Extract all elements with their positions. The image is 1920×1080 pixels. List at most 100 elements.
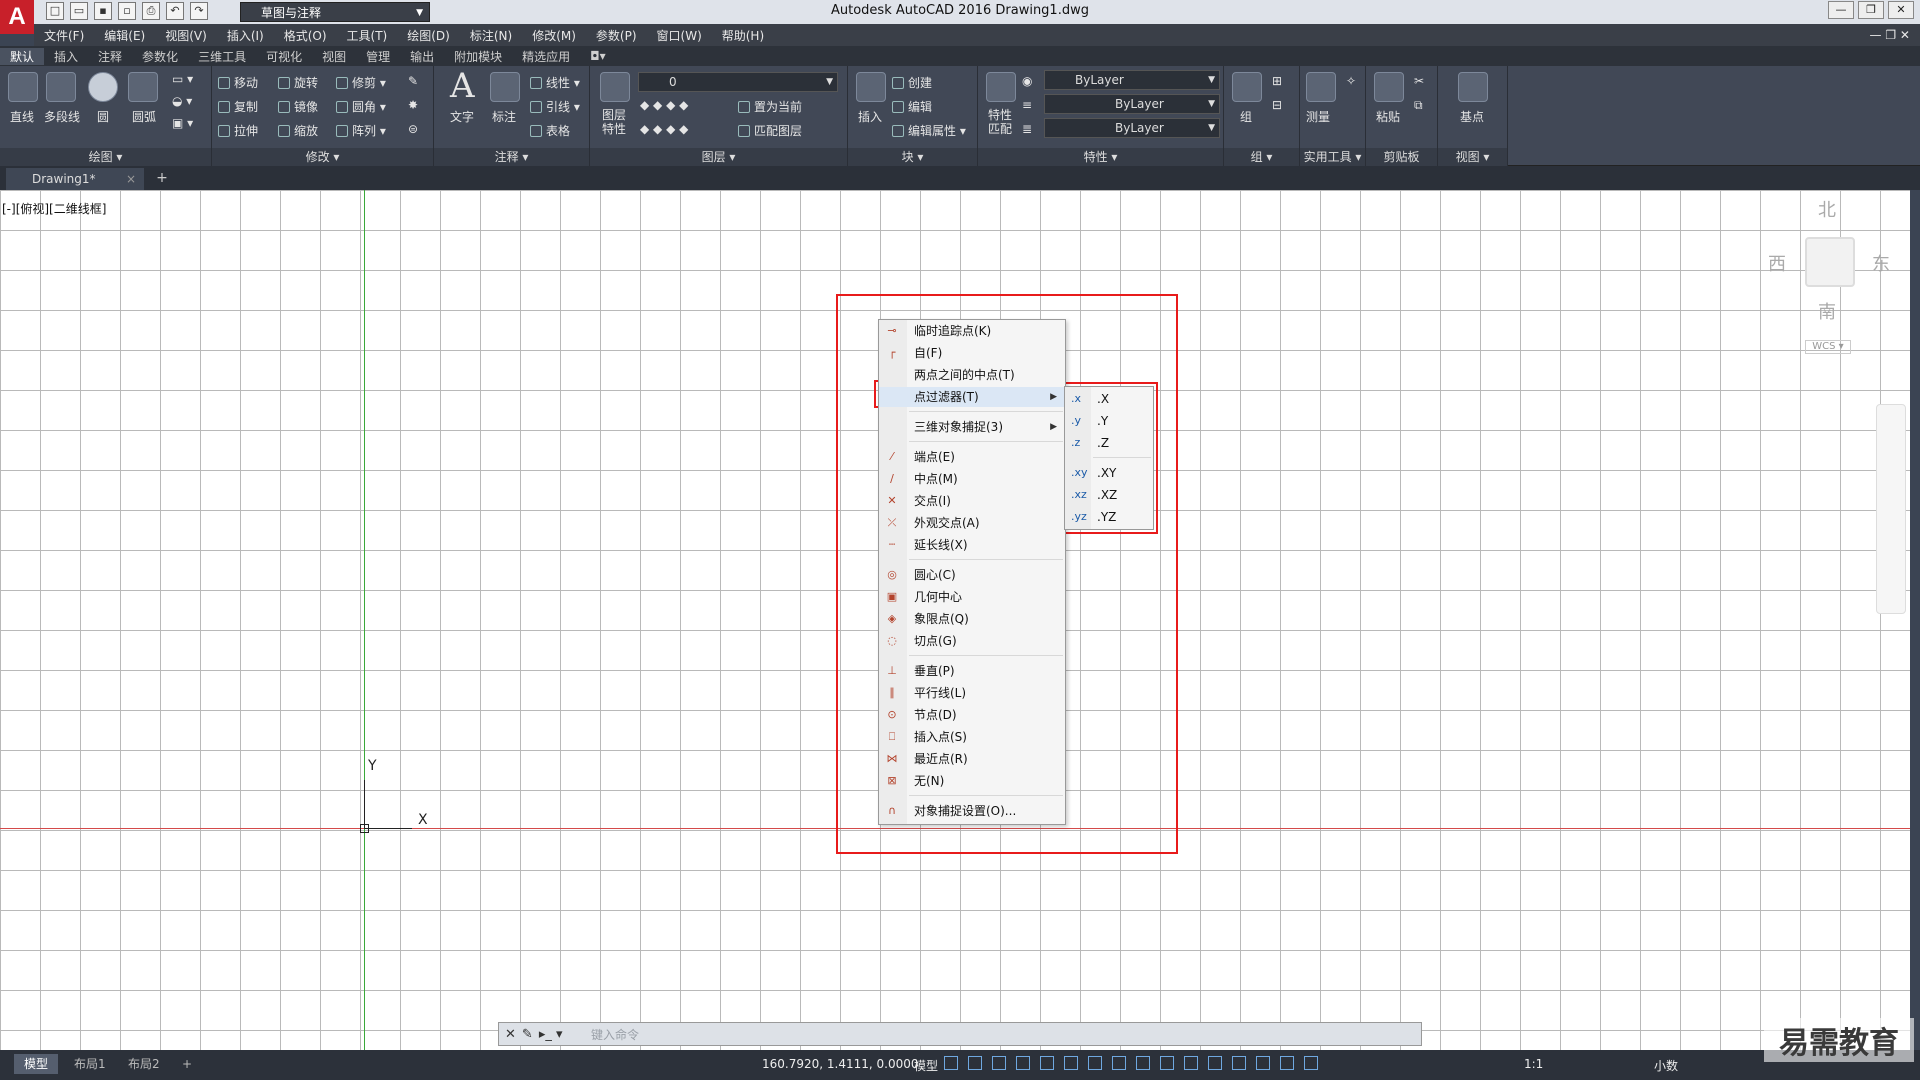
filter-y[interactable]: .y .Y: [1065, 411, 1153, 431]
viewcube-face[interactable]: [1805, 237, 1855, 287]
layer-dropdown[interactable]: 0 ▼: [638, 72, 838, 92]
explode-icon[interactable]: ✸: [408, 98, 418, 112]
measure-button[interactable]: 测量: [1306, 108, 1330, 125]
fillet-button[interactable]: 圆角 ▾: [336, 98, 386, 115]
layer-properties-icon[interactable]: [600, 72, 630, 102]
dimension-icon[interactable]: [490, 72, 520, 102]
erase-icon[interactable]: ✎: [408, 74, 418, 88]
insert-block-button[interactable]: 插入: [858, 108, 882, 125]
panel-draw-title[interactable]: 绘图 ▾: [0, 148, 211, 166]
command-line[interactable]: ✕ ✎ ▸_ ▾ 键入命令: [498, 1022, 1422, 1046]
circle-icon[interactable]: [88, 72, 118, 102]
stretch-button[interactable]: 拉伸: [218, 122, 258, 139]
filter-xz[interactable]: .xz .XZ: [1065, 485, 1153, 505]
panel-layers-title[interactable]: 图层 ▾: [590, 148, 847, 166]
menu-help[interactable]: 帮助(H): [712, 27, 774, 44]
menu-dimension[interactable]: 标注(N): [460, 27, 522, 44]
mirror-button[interactable]: 镜像: [278, 98, 318, 115]
menu-item-from[interactable]: ┌ 自(F): [879, 343, 1065, 363]
annotation-scale[interactable]: 1:1: [1524, 1057, 1543, 1071]
units-selector[interactable]: 小数: [1654, 1057, 1678, 1074]
tab-parametric[interactable]: 参数化: [132, 48, 188, 65]
rectangle-icon[interactable]: ▭ ▾: [172, 72, 193, 86]
cut-icon[interactable]: ✂: [1414, 74, 1424, 88]
group-edit-icon[interactable]: ⊟: [1272, 98, 1282, 112]
filter-z[interactable]: .z .Z: [1065, 433, 1153, 453]
menu-insert[interactable]: 插入(I): [217, 27, 274, 44]
ortho-icon[interactable]: [992, 1056, 1006, 1070]
quick-select-icon[interactable]: ✧: [1346, 74, 1356, 88]
wcs-menu[interactable]: WCS ▾: [1805, 340, 1851, 354]
dimension-button[interactable]: 标注: [492, 108, 516, 125]
match-layer-button[interactable]: 匹配图层: [738, 122, 802, 139]
base-view-icon[interactable]: [1458, 72, 1488, 102]
isodraft-icon[interactable]: [1040, 1056, 1054, 1070]
menu-item-quadrant[interactable]: ◈ 象限点(Q): [879, 609, 1065, 629]
copy-button[interactable]: 复制: [218, 98, 258, 115]
filter-xy[interactable]: .xy .XY: [1065, 463, 1153, 483]
tab-view[interactable]: 视图: [312, 48, 356, 65]
edit-block-button[interactable]: 编辑: [892, 98, 932, 115]
add-layout-button[interactable]: +: [172, 1054, 202, 1074]
menu-file[interactable]: 文件(F): [34, 27, 94, 44]
grid-icon[interactable]: [944, 1056, 958, 1070]
color-wheel-icon[interactable]: ◉: [1022, 74, 1032, 88]
osnap-tracking-icon[interactable]: [1064, 1056, 1078, 1070]
doc-window-controls[interactable]: — ❐ ✕: [1860, 28, 1920, 42]
layer-tools-icons-2[interactable]: ◆ ◆ ◆ ◆: [640, 122, 688, 136]
navigation-bar[interactable]: [1876, 404, 1906, 614]
viewcube-south[interactable]: 南: [1818, 298, 1836, 324]
wrench-icon[interactable]: ✎: [522, 1027, 533, 1042]
new-tab-button[interactable]: +: [152, 170, 172, 188]
paste-icon[interactable]: [1374, 72, 1404, 102]
table-button[interactable]: 表格: [530, 122, 570, 139]
tab-featured-apps[interactable]: 精选应用: [512, 48, 580, 65]
lineweight-toggle-icon[interactable]: [1112, 1056, 1126, 1070]
polar-icon[interactable]: [1016, 1056, 1030, 1070]
menu-modify[interactable]: 修改(M): [522, 27, 586, 44]
group-icon[interactable]: [1232, 72, 1262, 102]
menu-tools[interactable]: 工具(T): [337, 27, 398, 44]
menu-edit[interactable]: 编辑(E): [94, 27, 155, 44]
command-prompt-icon[interactable]: ▸_ ▾: [539, 1027, 563, 1042]
lineweight-dropdown[interactable]: ByLayer ▼: [1044, 118, 1220, 138]
text-icon[interactable]: A: [450, 66, 475, 106]
move-button[interactable]: 移动: [218, 74, 258, 91]
tab-output[interactable]: 输出: [400, 48, 444, 65]
measure-icon[interactable]: [1306, 72, 1336, 102]
base-view-button[interactable]: 基点: [1460, 108, 1484, 125]
transparency-icon[interactable]: [1136, 1056, 1150, 1070]
panel-view-title[interactable]: 视图 ▾: [1438, 148, 1507, 166]
ungroup-icon[interactable]: ⊞: [1272, 74, 1282, 88]
menu-item-tangent[interactable]: ◌ 切点(G): [879, 631, 1065, 651]
hatch-icon[interactable]: ◒ ▾: [172, 94, 192, 108]
panel-block-title[interactable]: 块 ▾: [848, 148, 977, 166]
arc-button[interactable]: 圆弧: [132, 108, 156, 125]
trim-button[interactable]: 修剪 ▾: [336, 74, 386, 91]
panel-properties-title[interactable]: 特性 ▾: [978, 148, 1223, 166]
menu-item-point-filter[interactable]: 点过滤器(T) ▶: [879, 387, 1065, 407]
osnap-icon[interactable]: [1088, 1056, 1102, 1070]
menu-item-intersection[interactable]: ✕ 交点(I): [879, 491, 1065, 511]
command-input[interactable]: 键入命令: [591, 1026, 639, 1043]
menu-window[interactable]: 窗口(W): [647, 27, 712, 44]
edit-attr-button[interactable]: 编辑属性 ▾: [892, 122, 966, 139]
menu-view[interactable]: 视图(V): [155, 27, 217, 44]
menu-item-3d-osnap[interactable]: 三维对象捕捉(3) ▶: [879, 417, 1065, 437]
annotation-visibility-icon[interactable]: [1280, 1056, 1294, 1070]
match-properties-icon[interactable]: [986, 72, 1016, 102]
linetype-dropdown[interactable]: ByLayer ▼: [1044, 94, 1220, 114]
viewport-controls[interactable]: [-][俯视][二维线框]: [2, 200, 106, 217]
menu-item-apparent-intersection[interactable]: ⤫ 外观交点(A): [879, 513, 1065, 533]
arc-icon[interactable]: [128, 72, 158, 102]
offset-icon[interactable]: ⊜: [408, 122, 418, 136]
menu-item-none[interactable]: ⊠ 无(N): [879, 771, 1065, 791]
close-icon[interactable]: ×: [126, 168, 136, 190]
layout-tab-model[interactable]: 模型: [14, 1054, 59, 1074]
tab-manage[interactable]: 管理: [356, 48, 400, 65]
region-icon[interactable]: ▣ ▾: [172, 116, 193, 130]
panel-utilities-title[interactable]: 实用工具 ▾: [1300, 148, 1365, 166]
menu-item-nearest[interactable]: ⋈ 最近点(R): [879, 749, 1065, 769]
layout-tab-1[interactable]: 布局1: [64, 1054, 116, 1074]
polyline-button[interactable]: 多段线: [44, 108, 80, 125]
